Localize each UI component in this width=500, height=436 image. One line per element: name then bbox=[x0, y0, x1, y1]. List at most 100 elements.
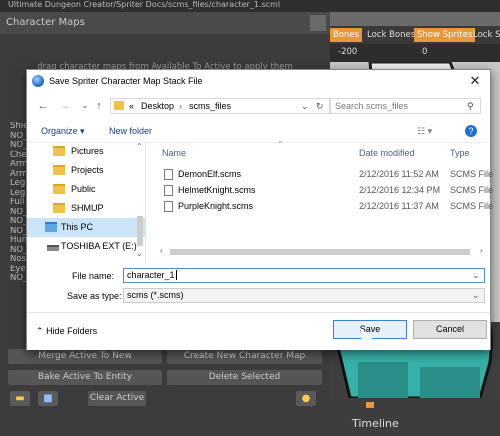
search-placeholder: Search scms_files bbox=[335, 101, 409, 111]
file-list-hscrollbar[interactable]: ‹ › bbox=[154, 246, 490, 258]
nav-item-label: TOSHIBA EXT (E:) bbox=[61, 241, 137, 251]
folder-icon bbox=[53, 203, 65, 213]
file-row[interactable]: DemonElf.scms 2/12/2016 11:52 AM SCMS File bbox=[154, 166, 494, 182]
folder-icon bbox=[114, 101, 124, 110]
character-map-list-item[interactable]: Arm bbox=[0, 160, 28, 170]
scroll-left-icon[interactable]: ‹ bbox=[160, 246, 163, 255]
save-as-type-select[interactable]: scms (*.scms) ⌄ bbox=[123, 288, 485, 303]
open-folder-icon[interactable]: ▬ bbox=[10, 391, 30, 406]
character-map-list-item[interactable]: Shie bbox=[0, 122, 28, 132]
merge-active-button[interactable]: Merge Active To New bbox=[8, 349, 162, 364]
file-name-cell: HelmetKnight.scms bbox=[178, 185, 256, 195]
command-bar: Organize ▾ New folder ☷ ▾ ? bbox=[27, 120, 490, 143]
refresh-icon[interactable]: ↻ bbox=[316, 99, 324, 113]
character-map-list-item[interactable]: NO_ bbox=[0, 274, 28, 284]
breadcrumb-desktop[interactable]: Desktop bbox=[141, 99, 174, 113]
nav-item-label: This PC bbox=[61, 222, 94, 232]
column-date-header[interactable]: Date modified bbox=[359, 148, 415, 158]
file-name-label: File name: bbox=[72, 271, 115, 281]
window-path-strip: Ultimate Dungeon Creator/Spriter Docs/sc… bbox=[0, 0, 500, 12]
hscroll-thumb[interactable] bbox=[170, 249, 470, 255]
character-map-list-item[interactable]: Leg bbox=[0, 189, 28, 199]
nav-item[interactable]: Pictures bbox=[27, 142, 145, 161]
bake-active-button[interactable]: Bake Active To Entity bbox=[8, 370, 162, 385]
bones-toggle[interactable]: Bones bbox=[330, 28, 363, 42]
chevron-up-icon: ⌃ bbox=[36, 326, 44, 336]
ruler-label-0: 0 bbox=[422, 47, 428, 57]
scroll-right-icon[interactable]: › bbox=[480, 246, 483, 255]
file-type-cell: SCMS File bbox=[450, 201, 494, 211]
character-map-list-item[interactable]: Leg bbox=[0, 179, 28, 189]
breadcrumb-root[interactable]: « bbox=[129, 99, 134, 113]
character-map-list-item[interactable]: NO_ bbox=[0, 246, 28, 256]
computer-icon bbox=[45, 222, 57, 232]
delete-selected-button[interactable]: Delete Selected bbox=[167, 370, 322, 385]
timeline-playhead[interactable] bbox=[366, 402, 374, 408]
clear-active-button[interactable]: Clear Active bbox=[88, 391, 146, 406]
address-bar[interactable]: « Desktop › scms_files ⌄ ↻ bbox=[110, 98, 330, 114]
hide-folders-label: Hide Folders bbox=[46, 326, 98, 336]
file-row[interactable]: PurpleKnight.scms 2/12/2016 11:37 AM SCMS … bbox=[154, 198, 494, 214]
close-icon[interactable]: ✕ bbox=[467, 73, 483, 89]
nav-item[interactable]: TOSHIBA EXT (E:) bbox=[27, 237, 145, 256]
hide-folders-button[interactable]: ⌃ Hide Folders bbox=[36, 326, 97, 337]
file-date-cell: 2/12/2016 11:52 AM bbox=[359, 169, 439, 179]
help-icon[interactable]: ? bbox=[465, 125, 477, 137]
file-icon bbox=[164, 201, 173, 212]
lock-sprites-toggle[interactable]: Lock Sp bbox=[470, 28, 500, 42]
navigation-row: ← → ⌄ ↑ « Desktop › scms_files ⌄ ↻ Searc… bbox=[27, 94, 490, 118]
new-folder-button[interactable]: New folder bbox=[109, 120, 152, 142]
create-character-map-button[interactable]: Create New Character Map bbox=[167, 349, 322, 364]
character-map-list-item[interactable]: NO_ bbox=[0, 217, 28, 227]
file-row[interactable]: HelmetKnight.scms 2/12/2016 12:34 PM SCMS … bbox=[154, 182, 493, 198]
nav-item[interactable]: This PC bbox=[27, 218, 145, 237]
character-map-list-item[interactable]: Hum bbox=[0, 236, 28, 246]
scroll-down-icon[interactable]: ⌄ bbox=[136, 249, 143, 258]
scroll-up-icon[interactable]: ⌃ bbox=[136, 142, 143, 151]
nav-item-label: SHMUP bbox=[71, 203, 104, 213]
nav-item[interactable]: Public bbox=[27, 180, 145, 199]
character-map-list-item[interactable]: Nos bbox=[0, 255, 28, 265]
column-name-header[interactable]: Name bbox=[162, 148, 186, 158]
folder-icon bbox=[53, 146, 65, 156]
nav-item[interactable]: Projects bbox=[27, 161, 145, 180]
breadcrumb-separator: › bbox=[179, 101, 182, 111]
column-type-header[interactable]: Type bbox=[450, 148, 470, 158]
nav-item[interactable]: SHMUP bbox=[27, 199, 145, 218]
address-dropdown-icon[interactable]: ⌄ bbox=[301, 99, 309, 113]
palette-icon[interactable]: ● bbox=[296, 391, 316, 406]
nav-item-label: Public bbox=[71, 184, 96, 194]
save-as-type-dropdown-icon[interactable]: ⌄ bbox=[472, 289, 480, 302]
view-options-icon[interactable]: ☷ ▾ bbox=[417, 120, 432, 142]
nav-pane-scrollbar[interactable]: ⌃ ⌄ bbox=[135, 142, 145, 264]
save-disk-icon[interactable]: ■ bbox=[38, 391, 58, 406]
character-map-list-item[interactable]: Che bbox=[0, 151, 28, 161]
file-icon bbox=[164, 185, 173, 196]
character-map-list-item[interactable]: Eyel bbox=[0, 265, 28, 275]
character-map-list-item[interactable]: Arm bbox=[0, 170, 28, 180]
cancel-button[interactable]: Cancel bbox=[413, 320, 487, 339]
pane-divider[interactable] bbox=[145, 142, 146, 264]
file-type-cell: SCMS File bbox=[450, 169, 494, 179]
file-name-input[interactable]: character_1 ⌄ bbox=[123, 268, 485, 283]
show-sprites-toggle[interactable]: Show Sprites bbox=[414, 28, 476, 42]
scroll-thumb[interactable] bbox=[137, 216, 143, 246]
file-name-dropdown-icon[interactable]: ⌄ bbox=[472, 269, 480, 282]
ruler: -200 0 bbox=[330, 44, 500, 62]
character-maps-close-button[interactable] bbox=[310, 15, 326, 31]
character-map-list: Shie NO_ NO_ Che Arm Arm Leg Leg Full NO_ NO_ NO_ Hu… bbox=[0, 122, 28, 284]
character-map-list-item[interactable]: NO_ bbox=[0, 227, 28, 237]
organize-menu[interactable]: Organize ▾ bbox=[41, 120, 85, 142]
file-icon bbox=[164, 169, 173, 180]
drive-icon bbox=[47, 245, 59, 251]
up-arrow-icon[interactable]: ↑ bbox=[91, 99, 107, 113]
search-input[interactable]: Search scms_files ⚲ bbox=[330, 98, 481, 114]
character-map-list-item[interactable]: Full bbox=[0, 198, 28, 208]
character-map-list-item[interactable]: NO_ bbox=[0, 132, 28, 142]
character-map-list-item[interactable]: NO_ bbox=[0, 208, 28, 218]
lock-bones-toggle[interactable]: Lock Bones bbox=[364, 28, 418, 42]
breadcrumb-scms-files[interactable]: scms_files bbox=[189, 99, 231, 113]
character-map-list-item[interactable]: NO_ bbox=[0, 141, 28, 151]
forward-arrow-icon[interactable]: → bbox=[57, 99, 73, 113]
back-arrow-icon[interactable]: ← bbox=[35, 99, 51, 113]
